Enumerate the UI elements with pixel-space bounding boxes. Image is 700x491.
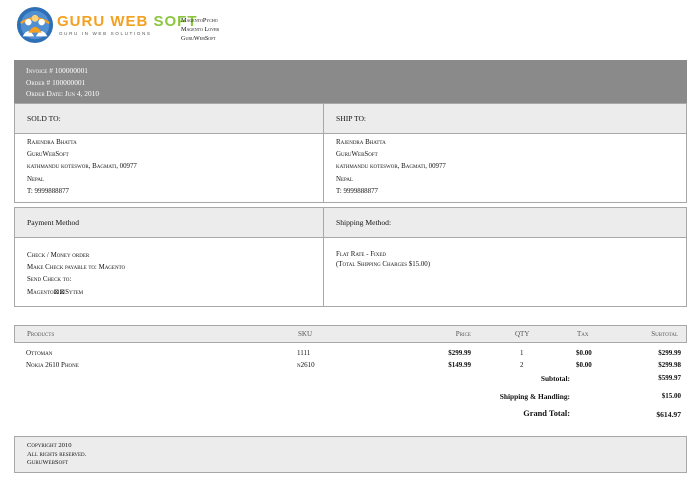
order-number: Order # 100000001 — [26, 77, 86, 87]
product-name: Ottoman — [26, 349, 53, 357]
address-line: kathmandu koteswor, Bagmati, 00977 — [27, 163, 137, 171]
column-header-qty: QTY — [515, 330, 530, 338]
product-subtotal: $299.98 — [658, 361, 681, 369]
product-qty: 2 — [520, 361, 524, 369]
address-line: GuruWebSoft — [27, 151, 69, 159]
payment-line: Send Check to: — [27, 276, 72, 284]
product-subtotal: $299.99 — [658, 349, 681, 357]
column-header-products: Products — [27, 330, 55, 338]
grand-total-value: $614.97 — [656, 410, 681, 419]
order-info-bar: Invoice # 100000001 Order # 100000001 Or… — [14, 60, 687, 103]
payment-line: Magento⊠⊠Sytem — [27, 288, 84, 296]
column-header-subtotal: Subtotal — [651, 330, 678, 338]
sold-to-address: Rajendra Bhatta GuruWebSoft kathmandu ko… — [27, 137, 137, 198]
products-table-header: Products SKU Price QTY Tax Subtotal — [14, 325, 687, 343]
address-line: Nepal — [336, 175, 354, 183]
address-box: SOLD TO: SHIP TO: Rajendra Bhatta GuruWe… — [14, 103, 687, 203]
address-line: Rajendra Bhatta — [27, 139, 77, 146]
product-qty: 1 — [520, 349, 524, 357]
payment-line: Check / Money order — [27, 252, 90, 259]
store-info: MagentoPycho Magento Lover GuruWebSoft — [181, 16, 219, 43]
guru-web-soft-logo — [16, 6, 54, 44]
footer-line: All rights reserved. — [27, 450, 87, 458]
payment-method-heading: Payment Method — [15, 208, 324, 238]
shipping-method-details: Flat Rate - Fixed (Total Shipping Charge… — [336, 250, 430, 269]
column-divider — [323, 104, 324, 202]
invoice-number: Invoice # 100000001 — [26, 66, 88, 75]
address-line: T: 9999888877 — [336, 187, 378, 195]
product-price: $149.99 — [448, 361, 471, 369]
product-price: $299.99 — [448, 349, 471, 357]
column-divider — [323, 208, 324, 306]
shipping-handling-value: $15.00 — [661, 392, 681, 400]
address-line: Rajendra Bhatta — [336, 139, 386, 146]
product-name: Nokia 2610 Phone — [26, 361, 79, 369]
sold-to-heading: SOLD TO: — [15, 104, 324, 134]
subtotal-value: $599.97 — [658, 374, 681, 382]
payment-line: Make Check payable to: Magento — [27, 264, 126, 272]
column-header-price: Price — [455, 330, 471, 338]
ship-to-heading: SHIP TO: — [324, 104, 686, 134]
address-line: kathmandu koteswor, Bagmati, 00977 — [336, 163, 446, 171]
product-tax: $0.00 — [576, 349, 592, 357]
order-date: Order Date: Jun 4, 2010 — [26, 89, 100, 98]
address-line: T: 9999888877 — [27, 187, 69, 195]
address-line: GuruWebSoft — [336, 151, 378, 159]
product-tax: $0.00 — [576, 361, 592, 369]
store-line: Magento Lover — [181, 26, 220, 33]
footer: Copyright 2010 All rights reserved. Guru… — [14, 436, 687, 473]
payment-shipping-box: Payment Method Shipping Method: Check / … — [14, 207, 687, 307]
brand-tagline: GURU IN WEB SOLUTIONS — [59, 31, 152, 36]
address-line: Nepal — [27, 175, 45, 183]
brand-name: GURU WEB SOFT — [57, 13, 198, 30]
column-header-tax: Tax — [577, 330, 589, 338]
shipping-handling-label: Shipping & Handling: — [499, 392, 570, 401]
shipping-method-heading: Shipping Method: — [324, 208, 686, 238]
payment-method-details: Check / Money order Make Check payable t… — [27, 250, 125, 299]
store-line: GuruWebSoft — [181, 35, 216, 42]
subtotal-label: Subtotal: — [540, 374, 570, 383]
product-sku: 1111 — [297, 349, 311, 357]
ship-to-address: Rajendra Bhatta GuruWebSoft kathmandu ko… — [336, 137, 446, 198]
footer-line: GuruWebSoft — [27, 459, 69, 466]
column-header-sku: SKU — [298, 330, 313, 338]
footer-line: Copyright 2010 — [27, 442, 72, 449]
shipping-line: Flat Rate - Fixed — [336, 251, 386, 258]
grand-total-label: Grand Total: — [523, 409, 570, 418]
shipping-line: (Total Shipping Charges $15.00) — [336, 260, 431, 268]
product-sku: n2610 — [297, 361, 315, 369]
store-line: MagentoPycho — [181, 17, 218, 24]
